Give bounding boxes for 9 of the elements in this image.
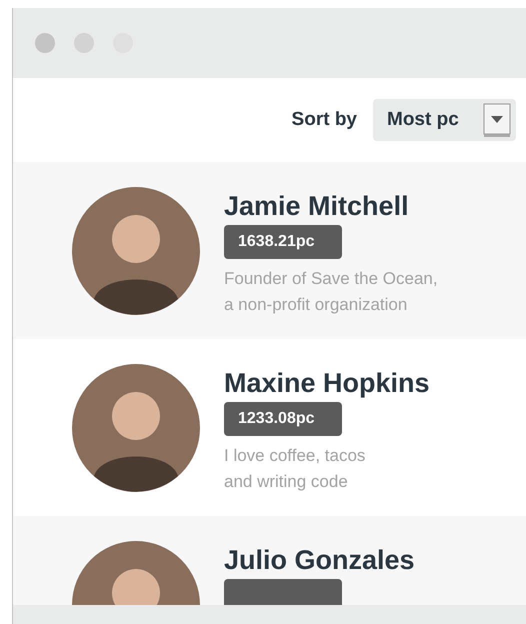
person-name: Maxine Hopkins [224,367,430,399]
sort-dropdown[interactable]: Most pc [373,99,516,141]
sort-label: Sort by [292,108,357,132]
person-bio: I love coffee, tacos and writing code [224,445,366,493]
person-name: Julio Gonzales [224,544,415,576]
person-bio: Founder of Save the Ocean, a non-profit organization [224,268,438,316]
points-badge: 1638.21pc [224,225,342,259]
person-name: Jamie Mitchell [224,190,409,222]
points-badge: 1233.08pc [224,402,342,436]
